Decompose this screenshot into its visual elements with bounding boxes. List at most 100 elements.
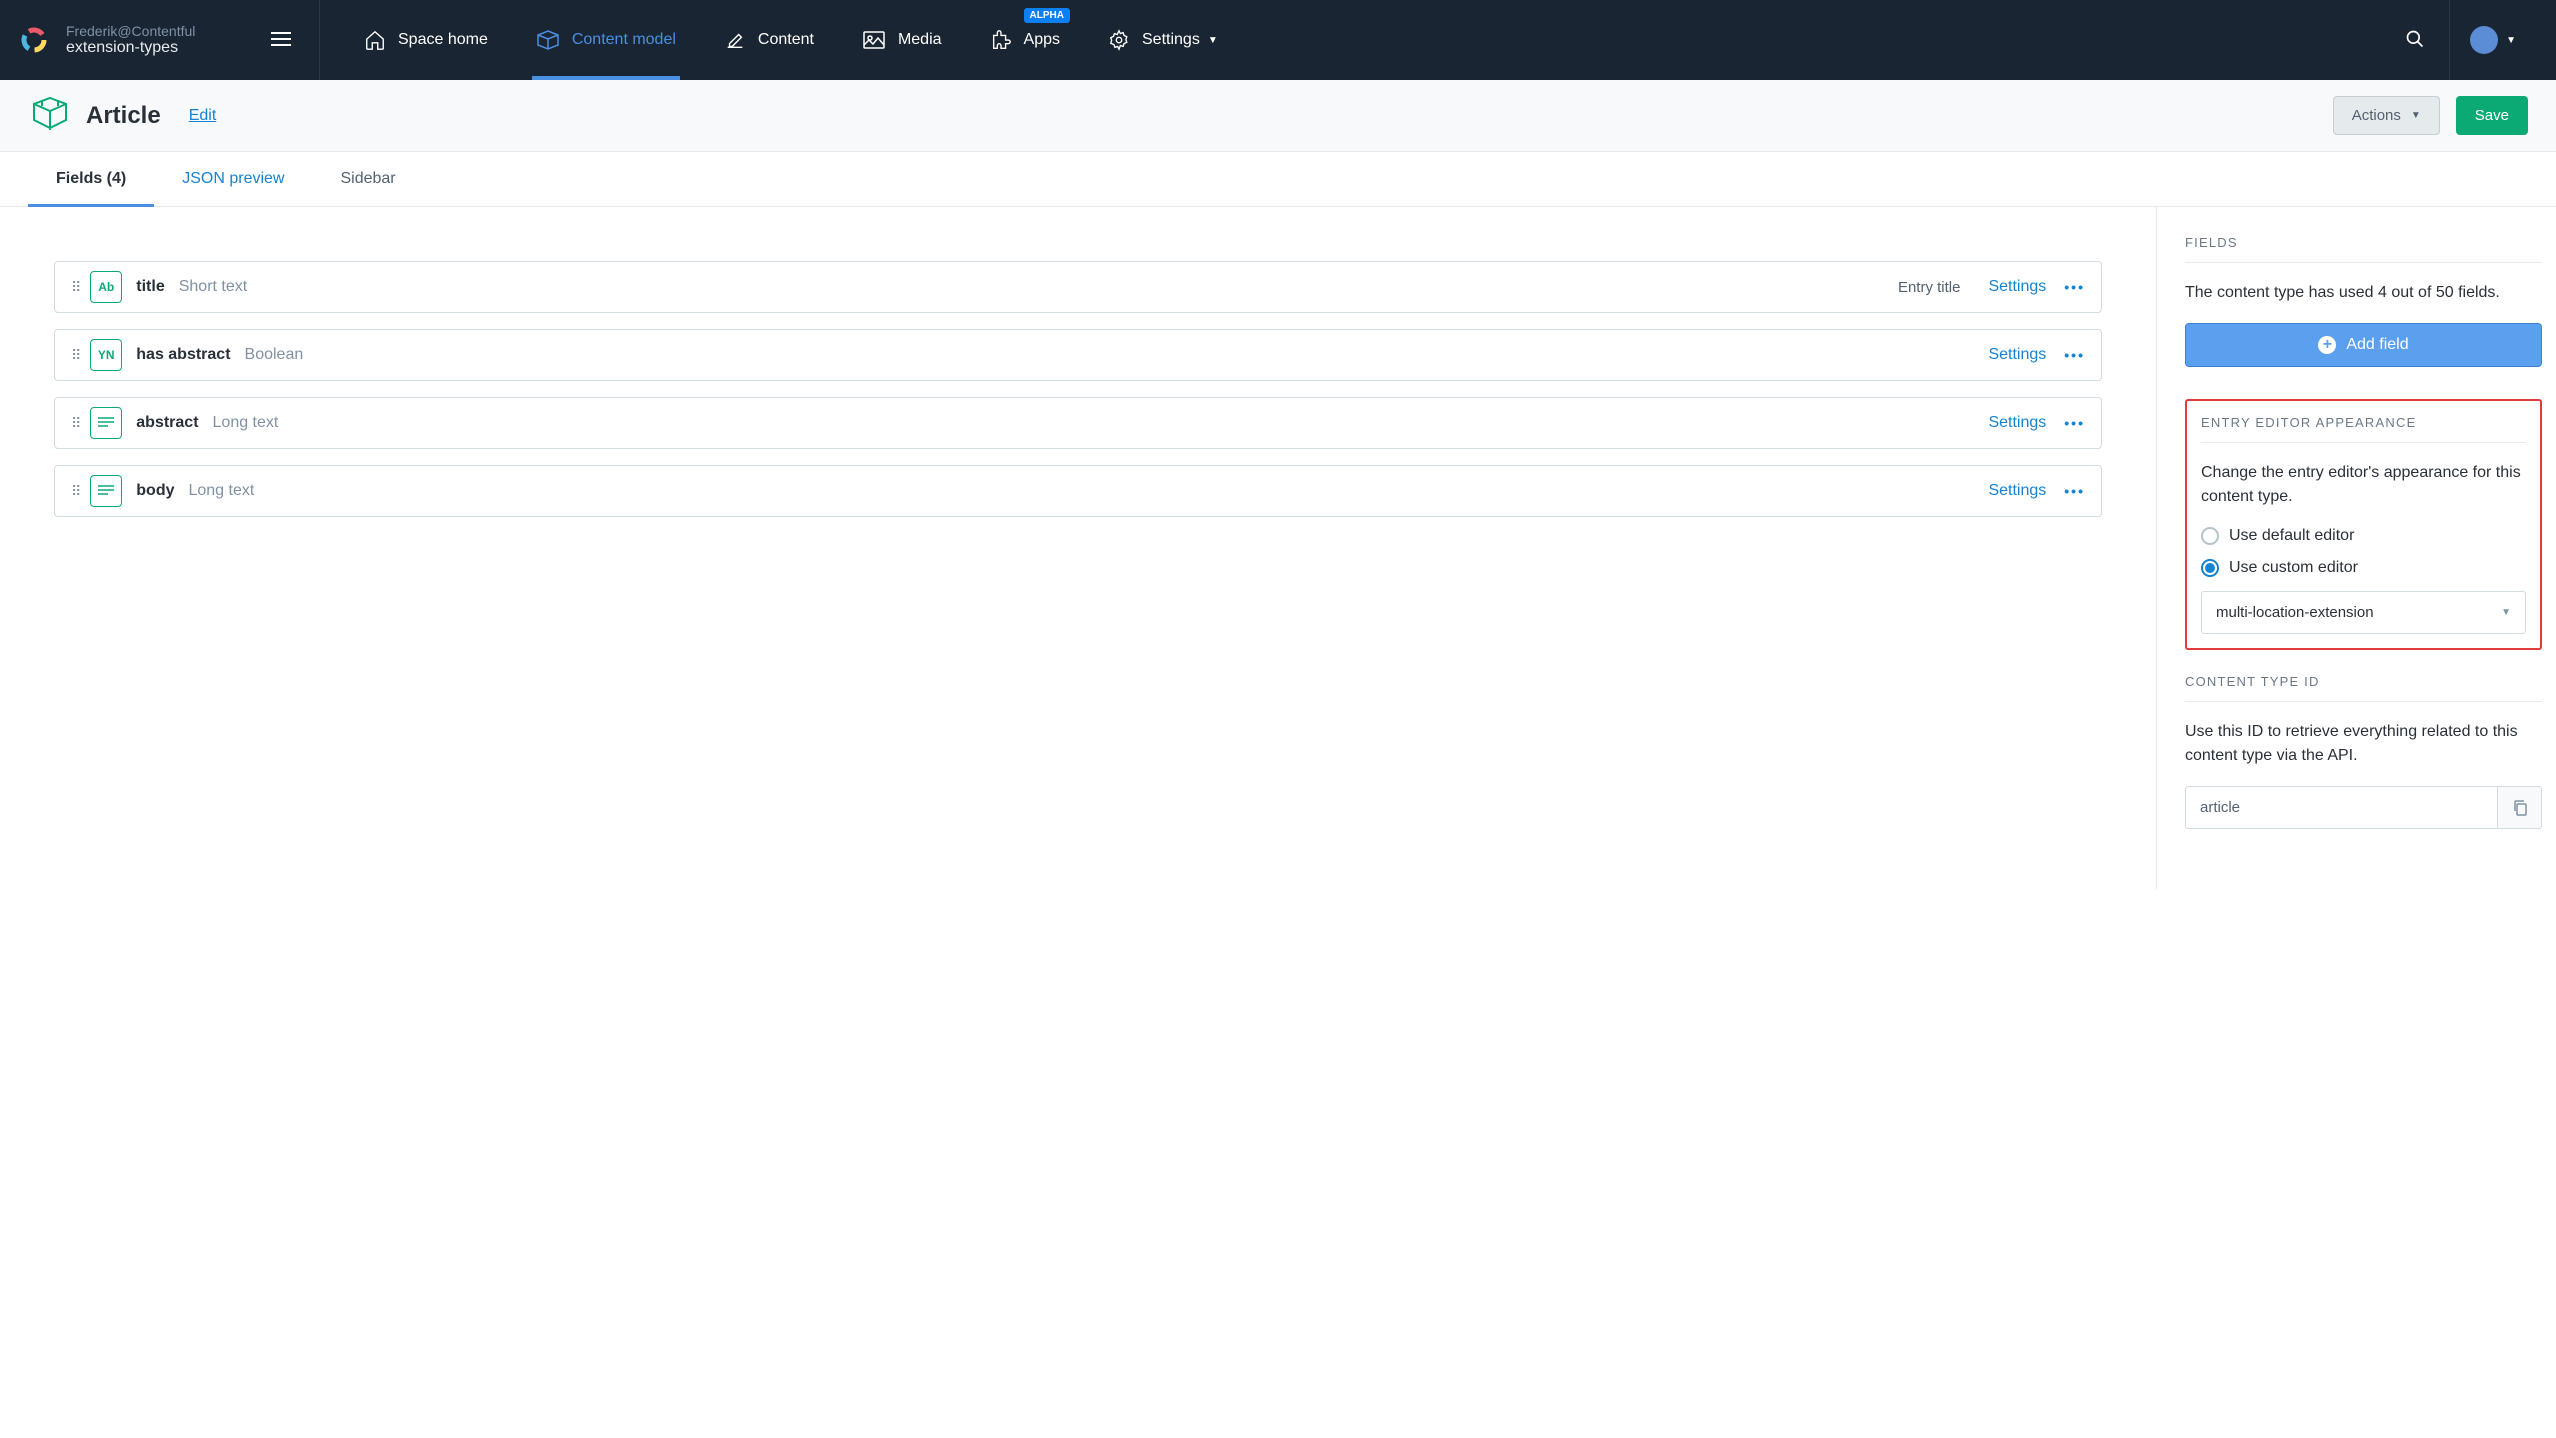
chevron-down-icon: ▼ (2411, 110, 2421, 121)
drag-handle-icon[interactable]: ⠿ (71, 279, 78, 296)
radio-custom-editor[interactable]: Use custom editor (2201, 559, 2526, 577)
ctid-input-group (2185, 786, 2542, 829)
copy-button[interactable] (2498, 786, 2542, 829)
ctid-description: Use this ID to retrieve everything relat… (2185, 720, 2542, 768)
actions-button[interactable]: Actions ▼ (2333, 96, 2440, 135)
editor-select[interactable]: multi-location-extension ▼ (2201, 591, 2526, 634)
chevron-down-icon: ▼ (2501, 607, 2511, 618)
nav-main: Space home Content model Content Media A… (320, 0, 2381, 80)
radio-icon (2201, 559, 2219, 577)
field-settings-link[interactable]: Settings (1988, 346, 2046, 364)
field-type: Long text (188, 482, 254, 500)
actions-label: Actions (2352, 107, 2401, 124)
entry-title-tag: Entry title (1898, 279, 1961, 296)
right-sidebar: FIELDS The content type has used 4 out o… (2156, 207, 2556, 889)
more-icon[interactable]: ••• (2064, 279, 2085, 295)
plus-icon: + (2318, 336, 2336, 354)
fields-list: ⠿ Ab title Short text Entry title Settin… (0, 207, 2156, 889)
field-row: ⠿ YN has abstract Boolean Settings ••• (54, 329, 2102, 381)
nav-media[interactable]: Media (838, 0, 966, 80)
tab-json-preview[interactable]: JSON preview (154, 152, 312, 206)
ctid-input[interactable] (2185, 786, 2498, 829)
field-type: Short text (179, 278, 247, 296)
nav-label: Space home (398, 31, 488, 49)
home-icon (364, 29, 386, 51)
media-icon (862, 30, 886, 50)
field-type: Long text (213, 414, 279, 432)
field-row: ⠿ Ab title Short text Entry title Settin… (54, 261, 2102, 313)
nav-content[interactable]: Content (700, 0, 838, 80)
entry-editor-appearance-section: ENTRY EDITOR APPEARANCE Change the entry… (2185, 399, 2542, 650)
appearance-description: Change the entry editor's appearance for… (2201, 461, 2526, 509)
content-type-icon (28, 94, 72, 137)
search-icon[interactable] (2381, 29, 2449, 52)
field-type-icon (90, 407, 122, 439)
quill-icon (724, 29, 746, 51)
page-header: Article Edit Actions ▼ Save (0, 80, 2556, 152)
gear-icon (1108, 29, 1130, 51)
tabs: Fields (4) JSON preview Sidebar (0, 152, 2556, 207)
more-icon[interactable]: ••• (2064, 347, 2085, 363)
field-name: title (136, 278, 164, 296)
tab-sidebar[interactable]: Sidebar (312, 152, 423, 206)
tab-fields[interactable]: Fields (4) (28, 152, 154, 206)
more-icon[interactable]: ••• (2064, 415, 2085, 431)
avatar (2470, 26, 2498, 54)
field-row: ⠿ abstract Long text Settings ••• (54, 397, 2102, 449)
select-value: multi-location-extension (2216, 604, 2374, 621)
sidebar-heading: FIELDS (2185, 235, 2542, 263)
drag-handle-icon[interactable]: ⠿ (71, 483, 78, 500)
field-settings-link[interactable]: Settings (1988, 278, 2046, 296)
nav-label: Apps (1024, 31, 1060, 49)
space-name: extension-types (66, 39, 263, 57)
field-type-icon: Ab (90, 271, 122, 303)
nav-content-model[interactable]: Content model (512, 0, 700, 80)
chevron-down-icon: ▼ (1208, 35, 1218, 46)
edit-link[interactable]: Edit (189, 107, 217, 125)
nav-space-home[interactable]: Space home (340, 0, 512, 80)
drag-handle-icon[interactable]: ⠿ (71, 347, 78, 364)
field-settings-link[interactable]: Settings (1988, 482, 2046, 500)
content-type-id-section: CONTENT TYPE ID Use this ID to retrieve … (2185, 674, 2542, 829)
field-type-icon (90, 475, 122, 507)
sidebar-fields-section: FIELDS The content type has used 4 out o… (2185, 235, 2542, 367)
nav-label: Media (898, 31, 942, 49)
radio-label: Use custom editor (2229, 559, 2358, 577)
nav-apps[interactable]: ALPHA Apps (966, 0, 1084, 80)
drag-handle-icon[interactable]: ⠿ (71, 415, 78, 432)
more-icon[interactable]: ••• (2064, 483, 2085, 499)
nav-label: Content model (572, 31, 676, 49)
main-container: ⠿ Ab title Short text Entry title Settin… (0, 207, 2556, 889)
nav-settings[interactable]: Settings ▼ (1084, 0, 1242, 80)
user-menu[interactable]: ▼ (2449, 0, 2536, 80)
copy-icon (2512, 799, 2528, 817)
sidebar-heading: CONTENT TYPE ID (2185, 674, 2542, 702)
contentful-logo-icon (20, 26, 48, 54)
box-icon (536, 29, 560, 51)
radio-icon (2201, 527, 2219, 545)
add-field-label: Add field (2346, 336, 2408, 354)
fields-count-text: The content type has used 4 out of 50 fi… (2185, 281, 2542, 305)
chevron-down-icon: ▼ (2506, 35, 2516, 46)
alpha-badge: ALPHA (1024, 8, 1070, 23)
field-name: body (136, 482, 174, 500)
puzzle-icon (990, 29, 1012, 51)
field-type-icon: YN (90, 339, 122, 371)
field-name: has abstract (136, 346, 230, 364)
nav-space-section: Frederik@Contentful extension-types (0, 0, 320, 80)
org-name: Frederik@Contentful (66, 23, 263, 39)
radio-default-editor[interactable]: Use default editor (2201, 527, 2526, 545)
sidebar-heading: ENTRY EDITOR APPEARANCE (2201, 415, 2526, 443)
radio-label: Use default editor (2229, 527, 2354, 545)
save-button[interactable]: Save (2456, 96, 2528, 135)
nav-label: Settings (1142, 31, 1200, 49)
hamburger-icon[interactable] (263, 24, 299, 57)
page-title: Article (86, 102, 161, 130)
field-name: abstract (136, 414, 198, 432)
field-row: ⠿ body Long text Settings ••• (54, 465, 2102, 517)
add-field-button[interactable]: + Add field (2185, 323, 2542, 367)
nav-right: ▼ (2381, 0, 2556, 80)
top-navigation: Frederik@Contentful extension-types Spac… (0, 0, 2556, 80)
field-settings-link[interactable]: Settings (1988, 414, 2046, 432)
field-type: Boolean (245, 346, 304, 364)
